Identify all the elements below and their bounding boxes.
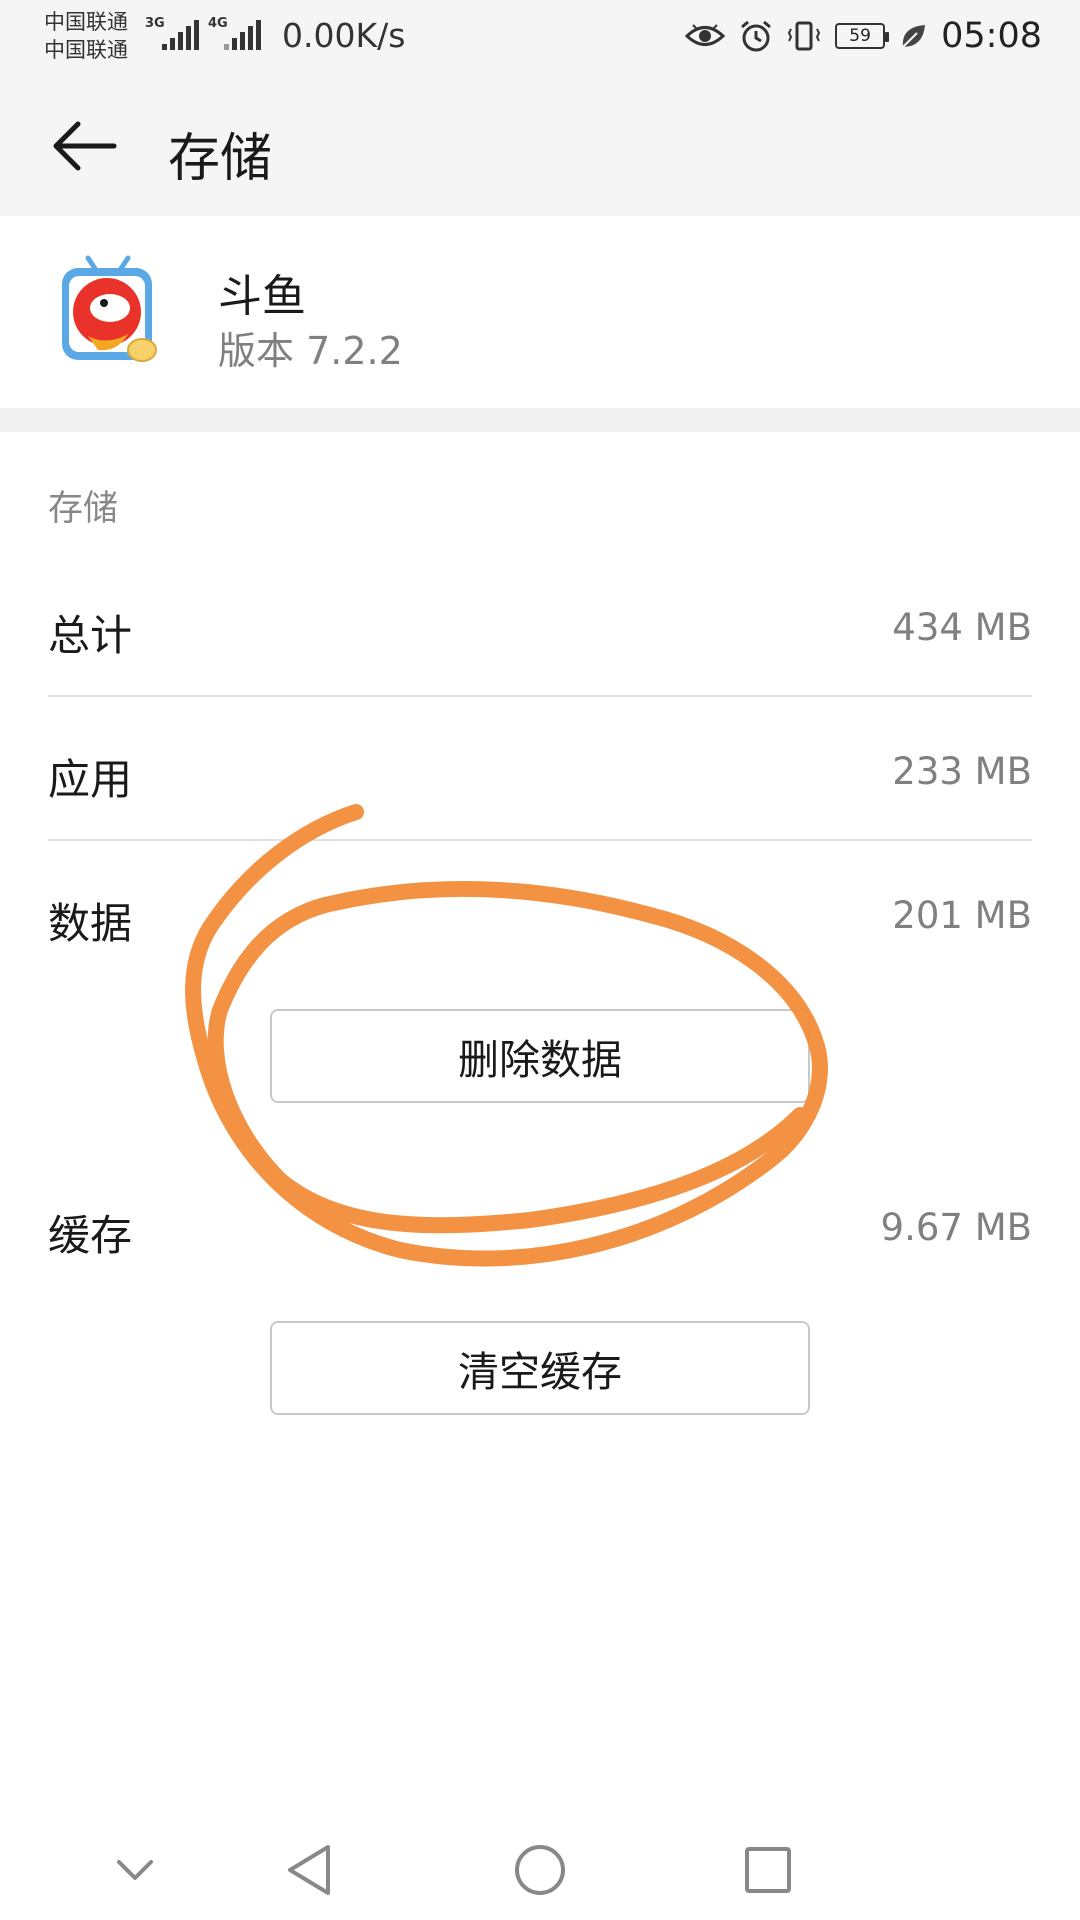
app-size-label: 应用 <box>48 755 133 804</box>
data-label: 数据 <box>48 899 133 948</box>
leaf-icon <box>902 25 926 48</box>
nav-home-button[interactable] <box>490 1820 590 1920</box>
delete-data-button[interactable]: 删除数据 <box>270 1009 810 1103</box>
signal-strength-2-icon <box>224 20 261 50</box>
carrier-2-label: 中国联通 <box>44 38 128 62</box>
douyu-app-icon <box>62 255 157 362</box>
storage-section-header: 存储 <box>48 489 119 529</box>
total-label: 总计 <box>48 611 133 660</box>
section-divider <box>0 408 1080 432</box>
nav-collapse-button[interactable] <box>85 1820 185 1920</box>
back-button[interactable] <box>42 106 122 186</box>
cache-row: 缓存 9.67 MB <box>48 1178 1032 1278</box>
app-version: 版本 7.2.2 <box>218 329 403 373</box>
square-recent-icon <box>745 1847 791 1893</box>
system-navigation-bar <box>0 1820 1080 1920</box>
cache-value: 9.67 MB <box>880 1206 1032 1249</box>
storage-screen: 中国联通 中国联通 3G 4G 0.00K/s 59 05:08 存储 斗鱼 版… <box>0 0 1080 1920</box>
clock: 05:08 <box>941 16 1042 56</box>
data-row: 数据 201 MB <box>48 866 1032 966</box>
battery-indicator: 59 <box>835 23 890 49</box>
app-name: 斗鱼 <box>218 271 306 322</box>
page-title: 存储 <box>168 129 273 189</box>
app-header: 斗鱼 版本 7.2.2 <box>0 216 1080 408</box>
vibrate-icon <box>788 21 821 51</box>
carrier-info: 中国联通 中国联通 <box>44 8 128 64</box>
nav-back-button[interactable] <box>260 1820 360 1920</box>
carrier-1-label: 中国联通 <box>44 10 128 34</box>
app-size-value: 233 MB <box>892 750 1032 793</box>
battery-level: 59 <box>849 26 871 46</box>
cache-label: 缓存 <box>48 1211 133 1260</box>
alarm-icon <box>741 20 772 52</box>
triangle-back-icon <box>288 1845 330 1895</box>
title-bar: 存储 <box>0 76 1080 216</box>
arrow-left-icon <box>53 121 117 171</box>
total-row: 总计 434 MB <box>48 578 1032 678</box>
network-speed: 0.00K/s <box>282 16 406 55</box>
circle-home-icon <box>515 1845 565 1895</box>
eye-icon <box>685 24 726 46</box>
status-icons: 59 05:08 <box>685 14 1042 58</box>
status-bar: 中国联通 中国联通 3G 4G 0.00K/s 59 05:08 <box>0 0 1080 76</box>
chevron-down-icon <box>117 1860 153 1880</box>
total-value: 434 MB <box>892 606 1032 649</box>
signal-strength-1-icon <box>162 20 199 50</box>
row-divider <box>48 695 1032 697</box>
nav-recent-button[interactable] <box>718 1820 818 1920</box>
app-size-row: 应用 233 MB <box>48 722 1032 822</box>
data-value: 201 MB <box>892 894 1032 937</box>
row-divider <box>48 839 1032 841</box>
clear-cache-button[interactable]: 清空缓存 <box>270 1321 810 1415</box>
